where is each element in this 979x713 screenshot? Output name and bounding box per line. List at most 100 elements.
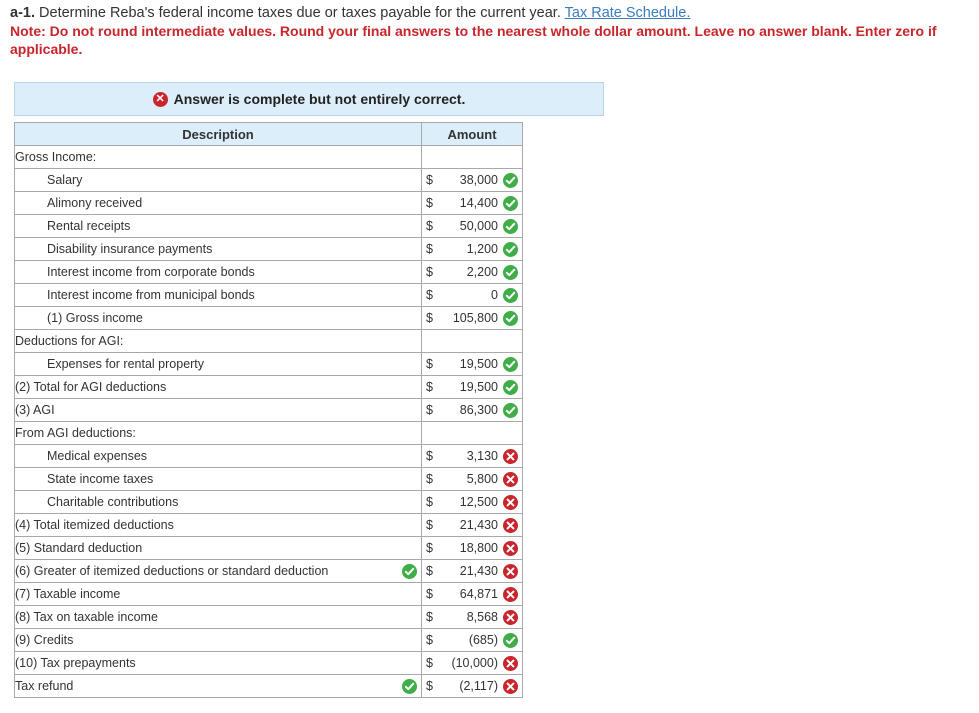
currency-symbol: $	[426, 518, 433, 532]
row-label: (5) Standard deduction	[15, 541, 143, 555]
description-cell[interactable]: (5) Standard deduction	[14, 536, 422, 560]
currency-symbol: $	[426, 357, 433, 371]
amount-cell[interactable]: $ (685)	[421, 628, 523, 652]
description-cell[interactable]: Expenses for rental property	[14, 352, 422, 376]
amount-cell[interactable]: $ (2,117)	[421, 674, 523, 698]
table-row: (2) Total for AGI deductions $19,500	[14, 375, 523, 399]
table-header-row: Description Amount	[14, 122, 523, 146]
description-cell[interactable]: (1) Gross income	[14, 306, 422, 330]
description-cell[interactable]: State income taxes	[14, 467, 422, 491]
amount-cell[interactable]: $14,400	[421, 191, 523, 215]
description-cell[interactable]: Rental receipts	[14, 214, 422, 238]
description-cell[interactable]: Interest income from corporate bonds	[14, 260, 422, 284]
amount-cell[interactable]: $1,200	[421, 237, 523, 261]
tax-rate-schedule-link[interactable]: Tax Rate Schedule.	[565, 5, 691, 21]
currency-symbol: $	[426, 380, 433, 394]
description-cell[interactable]: (9) Credits	[14, 628, 422, 652]
answer-table: Description Amount Gross Income: Salary $3…	[14, 122, 523, 698]
check-icon	[503, 311, 518, 326]
amount-cell[interactable]: $19,500	[421, 352, 523, 376]
amount-value: 21,430	[459, 518, 498, 532]
table-row: Interest income from corporate bonds $2,2…	[14, 260, 523, 284]
amount-cell[interactable]: $38,000	[421, 168, 523, 192]
x-icon	[503, 564, 518, 579]
description-cell[interactable]: (3) AGI	[14, 398, 422, 422]
amount-value: 18,800	[459, 541, 498, 555]
amount-cell[interactable]: $3,130	[421, 444, 523, 468]
table-row: (8) Tax on taxable income $8,568	[14, 605, 523, 629]
currency-symbol: $	[426, 311, 433, 325]
amount-cell[interactable]: $8,568	[421, 605, 523, 629]
amount-cell[interactable]: $ (10,000)	[421, 651, 523, 675]
row-label: (7) Taxable income	[15, 587, 121, 601]
amount-cell[interactable]: $18,800	[421, 536, 523, 560]
row-label: (6) Greater of itemized deductions or st…	[15, 564, 329, 578]
row-label: Charitable contributions	[47, 495, 179, 509]
amount-value: 38,000	[459, 173, 498, 187]
amount-cell[interactable]: $86,300	[421, 398, 523, 422]
description-cell[interactable]: (2) Total for AGI deductions	[14, 375, 422, 399]
amount-cell[interactable]: $2,200	[421, 260, 523, 284]
check-icon	[402, 564, 417, 579]
description-cell[interactable]: Interest income from municipal bonds	[14, 283, 422, 307]
check-icon	[503, 633, 518, 648]
description-cell: From AGI deductions:	[14, 421, 422, 445]
amount-value: 0	[491, 288, 498, 302]
amount-cell[interactable]: $0	[421, 283, 523, 307]
description-cell[interactable]: (4) Total itemized deductions	[14, 513, 422, 537]
currency-symbol: $	[426, 564, 433, 578]
table-row: Gross Income:	[14, 145, 523, 169]
amount-value: 3,130	[466, 449, 498, 463]
currency-symbol: $	[426, 288, 433, 302]
description-cell[interactable]: (7) Taxable income	[14, 582, 422, 606]
table-row: Medical expenses $3,130	[14, 444, 523, 468]
description-cell[interactable]: (6) Greater of itemized deductions or st…	[14, 559, 422, 583]
currency-symbol: $	[426, 587, 433, 601]
amount-cell[interactable]: $105,800	[421, 306, 523, 330]
table-row: Tax refund $ (2,117)	[14, 674, 523, 698]
amount-column-header: Amount	[421, 122, 523, 146]
description-cell[interactable]: Alimony received	[14, 191, 422, 215]
result-banner: ✕ Answer is complete but not entirely co…	[14, 82, 604, 116]
check-icon	[503, 403, 518, 418]
amount-cell[interactable]: $12,500	[421, 490, 523, 514]
check-icon	[503, 265, 518, 280]
amount-value: 64,871	[459, 587, 498, 601]
row-label: Gross Income:	[15, 150, 97, 164]
row-label: (4) Total itemized deductions	[15, 518, 174, 532]
x-icon	[503, 610, 518, 625]
description-cell[interactable]: Tax refund	[14, 674, 422, 698]
question-line: a-1. Determine Reba's federal income tax…	[10, 5, 970, 22]
x-icon	[503, 656, 518, 671]
amount-cell[interactable]: $5,800	[421, 467, 523, 491]
row-label: Interest income from corporate bonds	[47, 265, 255, 279]
incorrect-icon: ✕	[152, 91, 168, 107]
currency-symbol: $	[426, 495, 433, 509]
table-row: (3) AGI $86,300	[14, 398, 523, 422]
currency-symbol: $	[426, 173, 433, 187]
currency-symbol: $	[426, 265, 433, 279]
description-cell[interactable]: (10) Tax prepayments	[14, 651, 422, 675]
description-cell[interactable]: Salary	[14, 168, 422, 192]
amount-value: 86,300	[459, 403, 498, 417]
amount-value: 14,400	[459, 196, 498, 210]
check-icon	[503, 288, 518, 303]
row-label: State income taxes	[47, 472, 154, 486]
row-label: (10) Tax prepayments	[15, 656, 136, 670]
x-icon	[503, 449, 518, 464]
table-row: (10) Tax prepayments $ (10,000)	[14, 651, 523, 675]
description-cell[interactable]: Disability insurance payments	[14, 237, 422, 261]
description-cell[interactable]: Medical expenses	[14, 444, 422, 468]
x-icon	[503, 587, 518, 602]
amount-cell[interactable]: $21,430	[421, 559, 523, 583]
amount-cell[interactable]: $21,430	[421, 513, 523, 537]
row-label: (8) Tax on taxable income	[15, 610, 158, 624]
amount-cell[interactable]: $64,871	[421, 582, 523, 606]
amount-cell[interactable]: $19,500	[421, 375, 523, 399]
table-row: Alimony received $14,400	[14, 191, 523, 215]
currency-symbol: $	[426, 403, 433, 417]
description-cell[interactable]: Charitable contributions	[14, 490, 422, 514]
description-cell[interactable]: (8) Tax on taxable income	[14, 605, 422, 629]
currency-symbol: $	[426, 449, 433, 463]
amount-cell[interactable]: $50,000	[421, 214, 523, 238]
